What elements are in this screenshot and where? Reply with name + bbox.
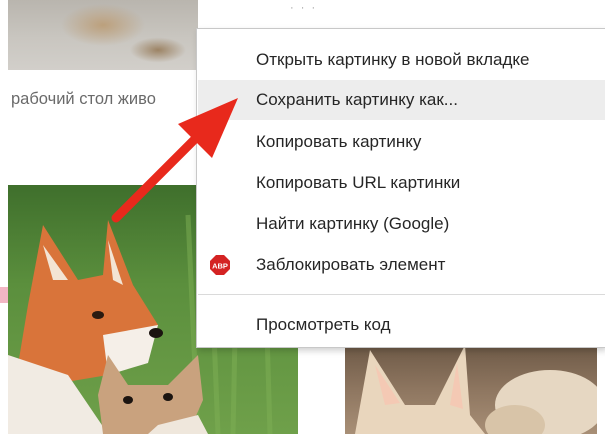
menu-item-block-element[interactable]: ABP Заблокировать элемент <box>198 245 605 285</box>
adblock-plus-icon: ABP <box>210 255 230 275</box>
menu-item-copy-image-url[interactable]: Копировать URL картинки <box>198 163 605 203</box>
image-caption[interactable]: рабочий стол живо <box>11 90 201 112</box>
menu-item-copy-image[interactable]: Копировать картинку <box>198 122 605 162</box>
overflow-dots: · · · <box>290 2 318 14</box>
menu-item-save-image-as[interactable]: Сохранить картинку как... <box>198 80 605 120</box>
menu-item-search-image-google[interactable]: Найти картинку (Google) <box>198 204 605 244</box>
fennec-photo-illustration <box>355 345 597 434</box>
menu-separator <box>198 294 605 295</box>
image-thumbnail-top[interactable] <box>8 0 198 70</box>
menu-item-label: Сохранить картинку как... <box>256 90 458 109</box>
menu-item-label: Просмотреть код <box>256 315 391 334</box>
adblock-icon-text: ABP <box>212 262 228 271</box>
context-menu: Открыть картинку в новой вкладке Сохрани… <box>196 28 605 348</box>
menu-item-label: Копировать картинку <box>256 132 422 151</box>
menu-item-open-image-new-tab[interactable]: Открыть картинку в новой вкладке <box>198 40 605 80</box>
page-edge-mark <box>0 287 8 303</box>
menu-item-label: Заблокировать элемент <box>256 255 446 274</box>
image-thumbnail-fennec[interactable] <box>345 345 597 434</box>
menu-item-label: Найти картинку (Google) <box>256 214 450 233</box>
menu-item-label: Открыть картинку в новой вкладке <box>256 50 530 69</box>
menu-item-label: Копировать URL картинки <box>256 173 461 192</box>
menu-item-inspect[interactable]: Просмотреть код <box>198 305 605 345</box>
